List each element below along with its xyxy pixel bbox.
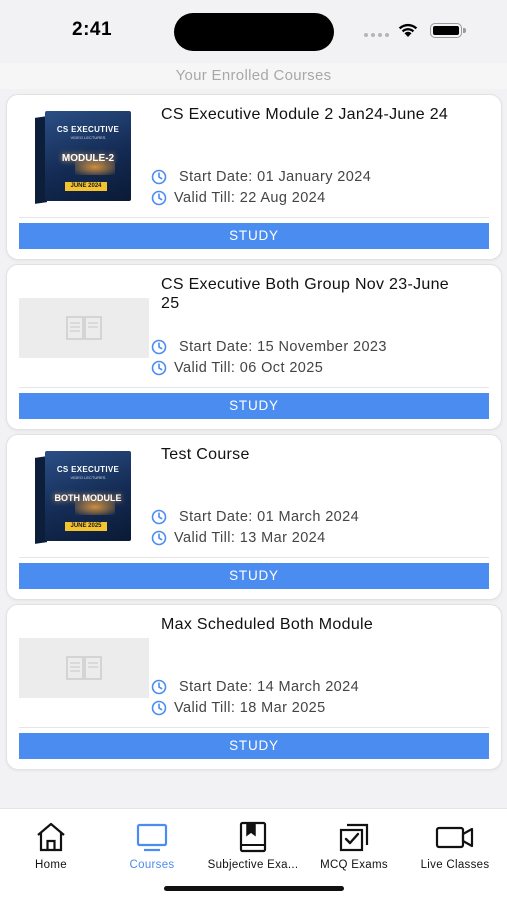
section-header: Your Enrolled Courses — [0, 63, 507, 89]
course-thumbnail-placeholder — [19, 298, 149, 358]
course-title: CS Executive Module 2 Jan24-June 24 — [161, 106, 449, 123]
video-camera-icon — [435, 826, 474, 849]
nav-label: MCQ Exams — [320, 859, 388, 871]
course-title: Test Course — [161, 446, 250, 463]
nav-item-live-classes[interactable]: Live Classes — [405, 821, 505, 871]
page-title: Your Enrolled Courses — [175, 67, 332, 84]
valid-till: Valid Till: 13 Mar 2024 — [174, 530, 326, 546]
divider — [19, 387, 489, 388]
divider — [19, 557, 489, 558]
battery-icon — [430, 23, 466, 38]
course-thumbnail: CS EXECUTIVE VIDEO LECTURES MODULE-2 JUN… — [19, 105, 149, 209]
dynamic-island — [174, 13, 334, 51]
nav-label: Home — [35, 859, 67, 871]
home-icon — [37, 822, 65, 852]
nav-item-mcq-exams[interactable]: MCQ Exams — [304, 821, 404, 871]
start-date: Start Date: 01 January 2024 — [179, 169, 372, 185]
wifi-icon — [398, 23, 418, 37]
book-icon — [239, 821, 267, 853]
home-indicator — [164, 886, 344, 891]
valid-till: Valid Till: 06 Oct 2025 — [174, 360, 324, 376]
box-art-module-2: CS EXECUTIVE VIDEO LECTURES MODULE-2 JUN… — [35, 109, 133, 205]
course-thumbnail: CS EXECUTIVE VIDEO LECTURES BOTH MODULE … — [19, 445, 149, 549]
study-button[interactable]: STUDY — [19, 223, 489, 249]
nav-label: Live Classes — [420, 859, 490, 871]
start-date: Start Date: 14 March 2024 — [179, 679, 360, 695]
clock-icon — [151, 169, 167, 185]
course-thumbnail-placeholder — [19, 638, 149, 698]
clock-icon — [151, 339, 167, 355]
divider — [19, 217, 489, 218]
nav-label: Courses — [129, 859, 175, 871]
clock-icon — [151, 530, 167, 546]
valid-till: Valid Till: 22 Aug 2024 — [174, 190, 326, 206]
signal-icon — [364, 33, 389, 37]
nav-item-subjective-exams[interactable]: Subjective Exa... — [203, 821, 303, 871]
study-button[interactable]: STUDY — [19, 733, 489, 759]
monitor-icon — [136, 823, 168, 852]
study-button[interactable]: STUDY — [19, 563, 489, 589]
clock-icon — [151, 190, 167, 206]
start-date-row: Start Date: 14 March 2024 — [151, 679, 359, 695]
status-time: 2:41 — [72, 19, 113, 40]
valid-till-row: Valid Till: 06 Oct 2025 — [151, 360, 323, 376]
clock-icon — [151, 700, 167, 716]
course-title: CS Executive Both Group Nov 23-June 25 — [161, 276, 449, 312]
course-card[interactable]: Max Scheduled Both Module Start Date: 14… — [6, 604, 502, 770]
clock-icon — [151, 679, 167, 695]
start-date: Start Date: 15 November 2023 — [179, 339, 387, 355]
course-card[interactable]: CS Executive Both Group Nov 23-June 25 S… — [6, 264, 502, 430]
placeholder-book-icon — [66, 656, 102, 680]
divider — [19, 727, 489, 728]
start-date-row: Start Date: 01 March 2024 — [151, 509, 359, 525]
placeholder-book-icon — [66, 316, 102, 340]
start-date-row: Start Date: 15 November 2023 — [151, 339, 387, 355]
clock-icon — [151, 360, 167, 376]
box-art-both-module: CS EXECUTIVE VIDEO LECTURES BOTH MODULE … — [35, 449, 133, 545]
start-date-row: Start Date: 01 January 2024 — [151, 169, 371, 185]
checklist-icon — [339, 823, 369, 852]
valid-till-row: Valid Till: 13 Mar 2024 — [151, 530, 326, 546]
course-title: Max Scheduled Both Module — [161, 616, 374, 633]
study-button[interactable]: STUDY — [19, 393, 489, 419]
start-date: Start Date: 01 March 2024 — [179, 509, 360, 525]
course-card[interactable]: CS EXECUTIVE VIDEO LECTURES MODULE-2 JUN… — [6, 94, 502, 260]
course-card[interactable]: CS EXECUTIVE VIDEO LECTURES BOTH MODULE … — [6, 434, 502, 600]
valid-till: Valid Till: 18 Mar 2025 — [174, 700, 326, 716]
clock-icon — [151, 509, 167, 525]
nav-label: Subjective Exa... — [207, 859, 299, 871]
valid-till-row: Valid Till: 22 Aug 2024 — [151, 190, 326, 206]
nav-item-home[interactable]: Home — [1, 821, 101, 871]
nav-item-courses[interactable]: Courses — [102, 821, 202, 871]
valid-till-row: Valid Till: 18 Mar 2025 — [151, 700, 326, 716]
status-bar: 2:41 — [0, 0, 507, 62]
